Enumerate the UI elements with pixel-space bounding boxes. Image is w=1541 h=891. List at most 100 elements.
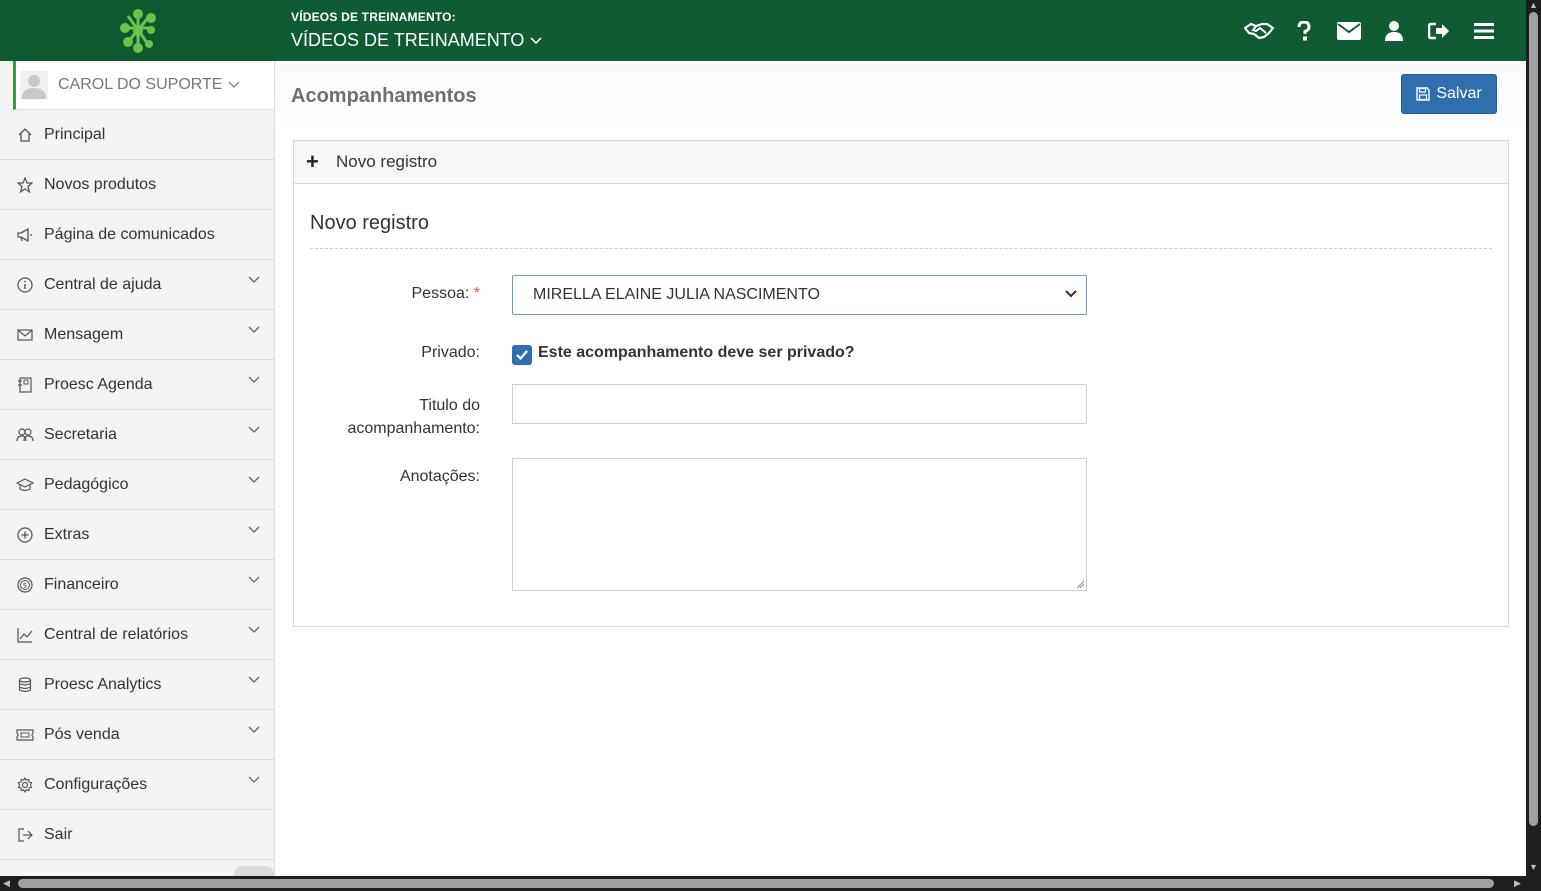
floppy-disk-icon (1416, 87, 1431, 101)
sidebar-item-novos-produtos[interactable]: Novos produtos (0, 160, 274, 210)
chevron-down-icon (248, 476, 260, 483)
sidebar-item-proesc-agenda[interactable]: Proesc Agenda (0, 360, 274, 410)
database-icon (18, 676, 32, 692)
anotacoes-textarea[interactable] (512, 458, 1087, 591)
sidebar-item-label: Secretaria (44, 425, 117, 443)
section-title: Novo registro (310, 212, 429, 234)
new-record-panel: + Novo registro Novo registro Pessoa: * … (293, 140, 1509, 627)
pessoa-select-value: MIRELLA ELAINE JULIA NASCIMENTO (533, 286, 820, 303)
sidebar-collapse-handle[interactable] (234, 866, 274, 876)
chevron-down-icon (248, 276, 260, 283)
sidebar-item-sair[interactable]: Sair (0, 810, 274, 860)
sidebar-item-label: Pós venda (44, 725, 120, 743)
panel-header[interactable]: + Novo registro (294, 141, 1508, 184)
save-button[interactable]: Salvar (1401, 74, 1497, 114)
pessoa-label: Pessoa: * (310, 285, 481, 303)
scroll-left-icon[interactable]: ◀ (3, 878, 10, 889)
handshake-button[interactable] (1236, 0, 1281, 61)
menu-icon (1473, 22, 1494, 39)
vertical-scroll-thumb[interactable] (1529, 12, 1538, 826)
sidebar-item-label: Proesc Agenda (44, 375, 153, 393)
sidebar-item-label: Extras (44, 525, 90, 543)
people-icon (16, 427, 34, 441)
top-actions (1236, 0, 1506, 61)
scroll-up-icon[interactable]: ▲ (1529, 0, 1538, 10)
sidebar-item-extras[interactable]: Extras (0, 510, 274, 560)
privado-label: Privado: (421, 344, 480, 361)
sidebar-item-label: Configurações (44, 775, 148, 793)
svg-text:$: $ (23, 581, 27, 589)
logo[interactable] (0, 0, 275, 61)
logout-icon (1427, 22, 1449, 39)
top-bar: VÍDEOS DE TREINAMENTO: VÍDEOS DE TREINAM… (0, 0, 1526, 61)
required-marker: * (473, 285, 480, 302)
sidebar-item-principal[interactable]: Principal (0, 110, 274, 160)
info-icon (17, 276, 33, 293)
sidebar-item-configuracoes[interactable]: Configurações (0, 760, 274, 810)
checkmark-icon (516, 350, 528, 361)
main-content: Acompanhamentos Salvar + Novo registro N… (275, 61, 1526, 876)
sidebar-item-mensagem[interactable]: Mensagem (0, 310, 274, 360)
envelope-icon (17, 328, 33, 341)
plus-circle-icon (17, 526, 33, 543)
gear-icon (17, 776, 33, 793)
sidebar: CAROL DO SUPORTE Principal Novos produto… (0, 61, 275, 876)
profile-button[interactable] (1371, 0, 1416, 61)
user-name: CAROL DO SUPORTE (58, 76, 223, 93)
graduation-cap-icon (16, 477, 34, 491)
chevron-down-icon (1065, 290, 1077, 298)
line-chart-icon (17, 627, 33, 643)
sidebar-item-pos-venda[interactable]: Pós venda (0, 710, 274, 760)
sidebar-item-label: Financeiro (44, 575, 119, 593)
star-icon (17, 176, 33, 193)
mail-icon (1336, 21, 1361, 40)
logo-icon (119, 8, 156, 53)
user-icon (1384, 20, 1403, 41)
help-icon (1297, 20, 1311, 40)
sidebar-item-label: Central de ajuda (44, 275, 162, 293)
section-dropdown-value: VÍDEOS DE TREINAMENTO (291, 30, 525, 50)
plus-icon: + (306, 149, 319, 174)
chevron-down-icon (248, 376, 260, 383)
save-button-label: Salvar (1436, 85, 1482, 102)
sidebar-item-central-de-relatorios[interactable]: Central de relatórios (0, 610, 274, 660)
agenda-icon (18, 376, 32, 393)
chevron-down-icon (248, 776, 260, 783)
chevron-down-icon (248, 426, 260, 433)
sidebar-item-comunicados[interactable]: Página de comunicados (0, 210, 274, 260)
pessoa-select[interactable]: MIRELLA ELAINE JULIA NASCIMENTO (512, 275, 1087, 315)
sidebar-item-secretaria[interactable]: Secretaria (0, 410, 274, 460)
chevron-down-icon (248, 726, 260, 733)
section-dropdown[interactable]: VÍDEOS DE TREINAMENTO (291, 30, 542, 51)
mail-button[interactable] (1326, 0, 1371, 61)
chevron-down-icon (530, 36, 542, 44)
chevron-down-icon (228, 81, 240, 88)
help-button[interactable] (1281, 0, 1326, 61)
pessoa-label-text: Pessoa: (411, 285, 470, 302)
horizontal-scroll-thumb[interactable] (18, 879, 1494, 888)
logout-button[interactable] (1416, 0, 1461, 61)
sidebar-item-label: Novos produtos (44, 175, 157, 193)
anotacoes-label: Anotações: (399, 468, 480, 485)
scroll-right-icon[interactable]: ▶ (1514, 878, 1521, 889)
titulo-label-line-1: Titulo do (419, 397, 480, 414)
sidebar-item-central-de-ajuda[interactable]: Central de ajuda (0, 260, 274, 310)
sidebar-item-label: Principal (44, 125, 106, 143)
ticket-icon (16, 728, 34, 741)
privado-checkbox-label[interactable]: Este acompanhamento deve ser privado? (538, 344, 855, 362)
vertical-scrollbar[interactable]: ▲ ▼ (1526, 0, 1541, 876)
user-menu[interactable]: CAROL DO SUPORTE (13, 61, 274, 110)
sidebar-item-financeiro[interactable]: $ Financeiro (0, 560, 274, 610)
sidebar-item-label: Sair (44, 825, 73, 843)
horizontal-scrollbar[interactable]: ◀ ▶ (0, 876, 1541, 891)
scroll-down-icon[interactable]: ▼ (1529, 862, 1538, 872)
chevron-down-icon (248, 326, 260, 333)
sidebar-item-proesc-analytics[interactable]: Proesc Analytics (0, 660, 274, 710)
titulo-input[interactable] (512, 384, 1087, 424)
titulo-label: Titulo do acompanhamento: (310, 394, 480, 440)
resize-handle-icon[interactable] (1076, 580, 1085, 589)
breadcrumb: VÍDEOS DE TREINAMENTO: VÍDEOS DE TREINAM… (291, 10, 542, 51)
sidebar-item-pedagogico[interactable]: Pedagógico (0, 460, 274, 510)
menu-button[interactable] (1461, 0, 1506, 61)
privado-checkbox[interactable] (512, 345, 532, 365)
